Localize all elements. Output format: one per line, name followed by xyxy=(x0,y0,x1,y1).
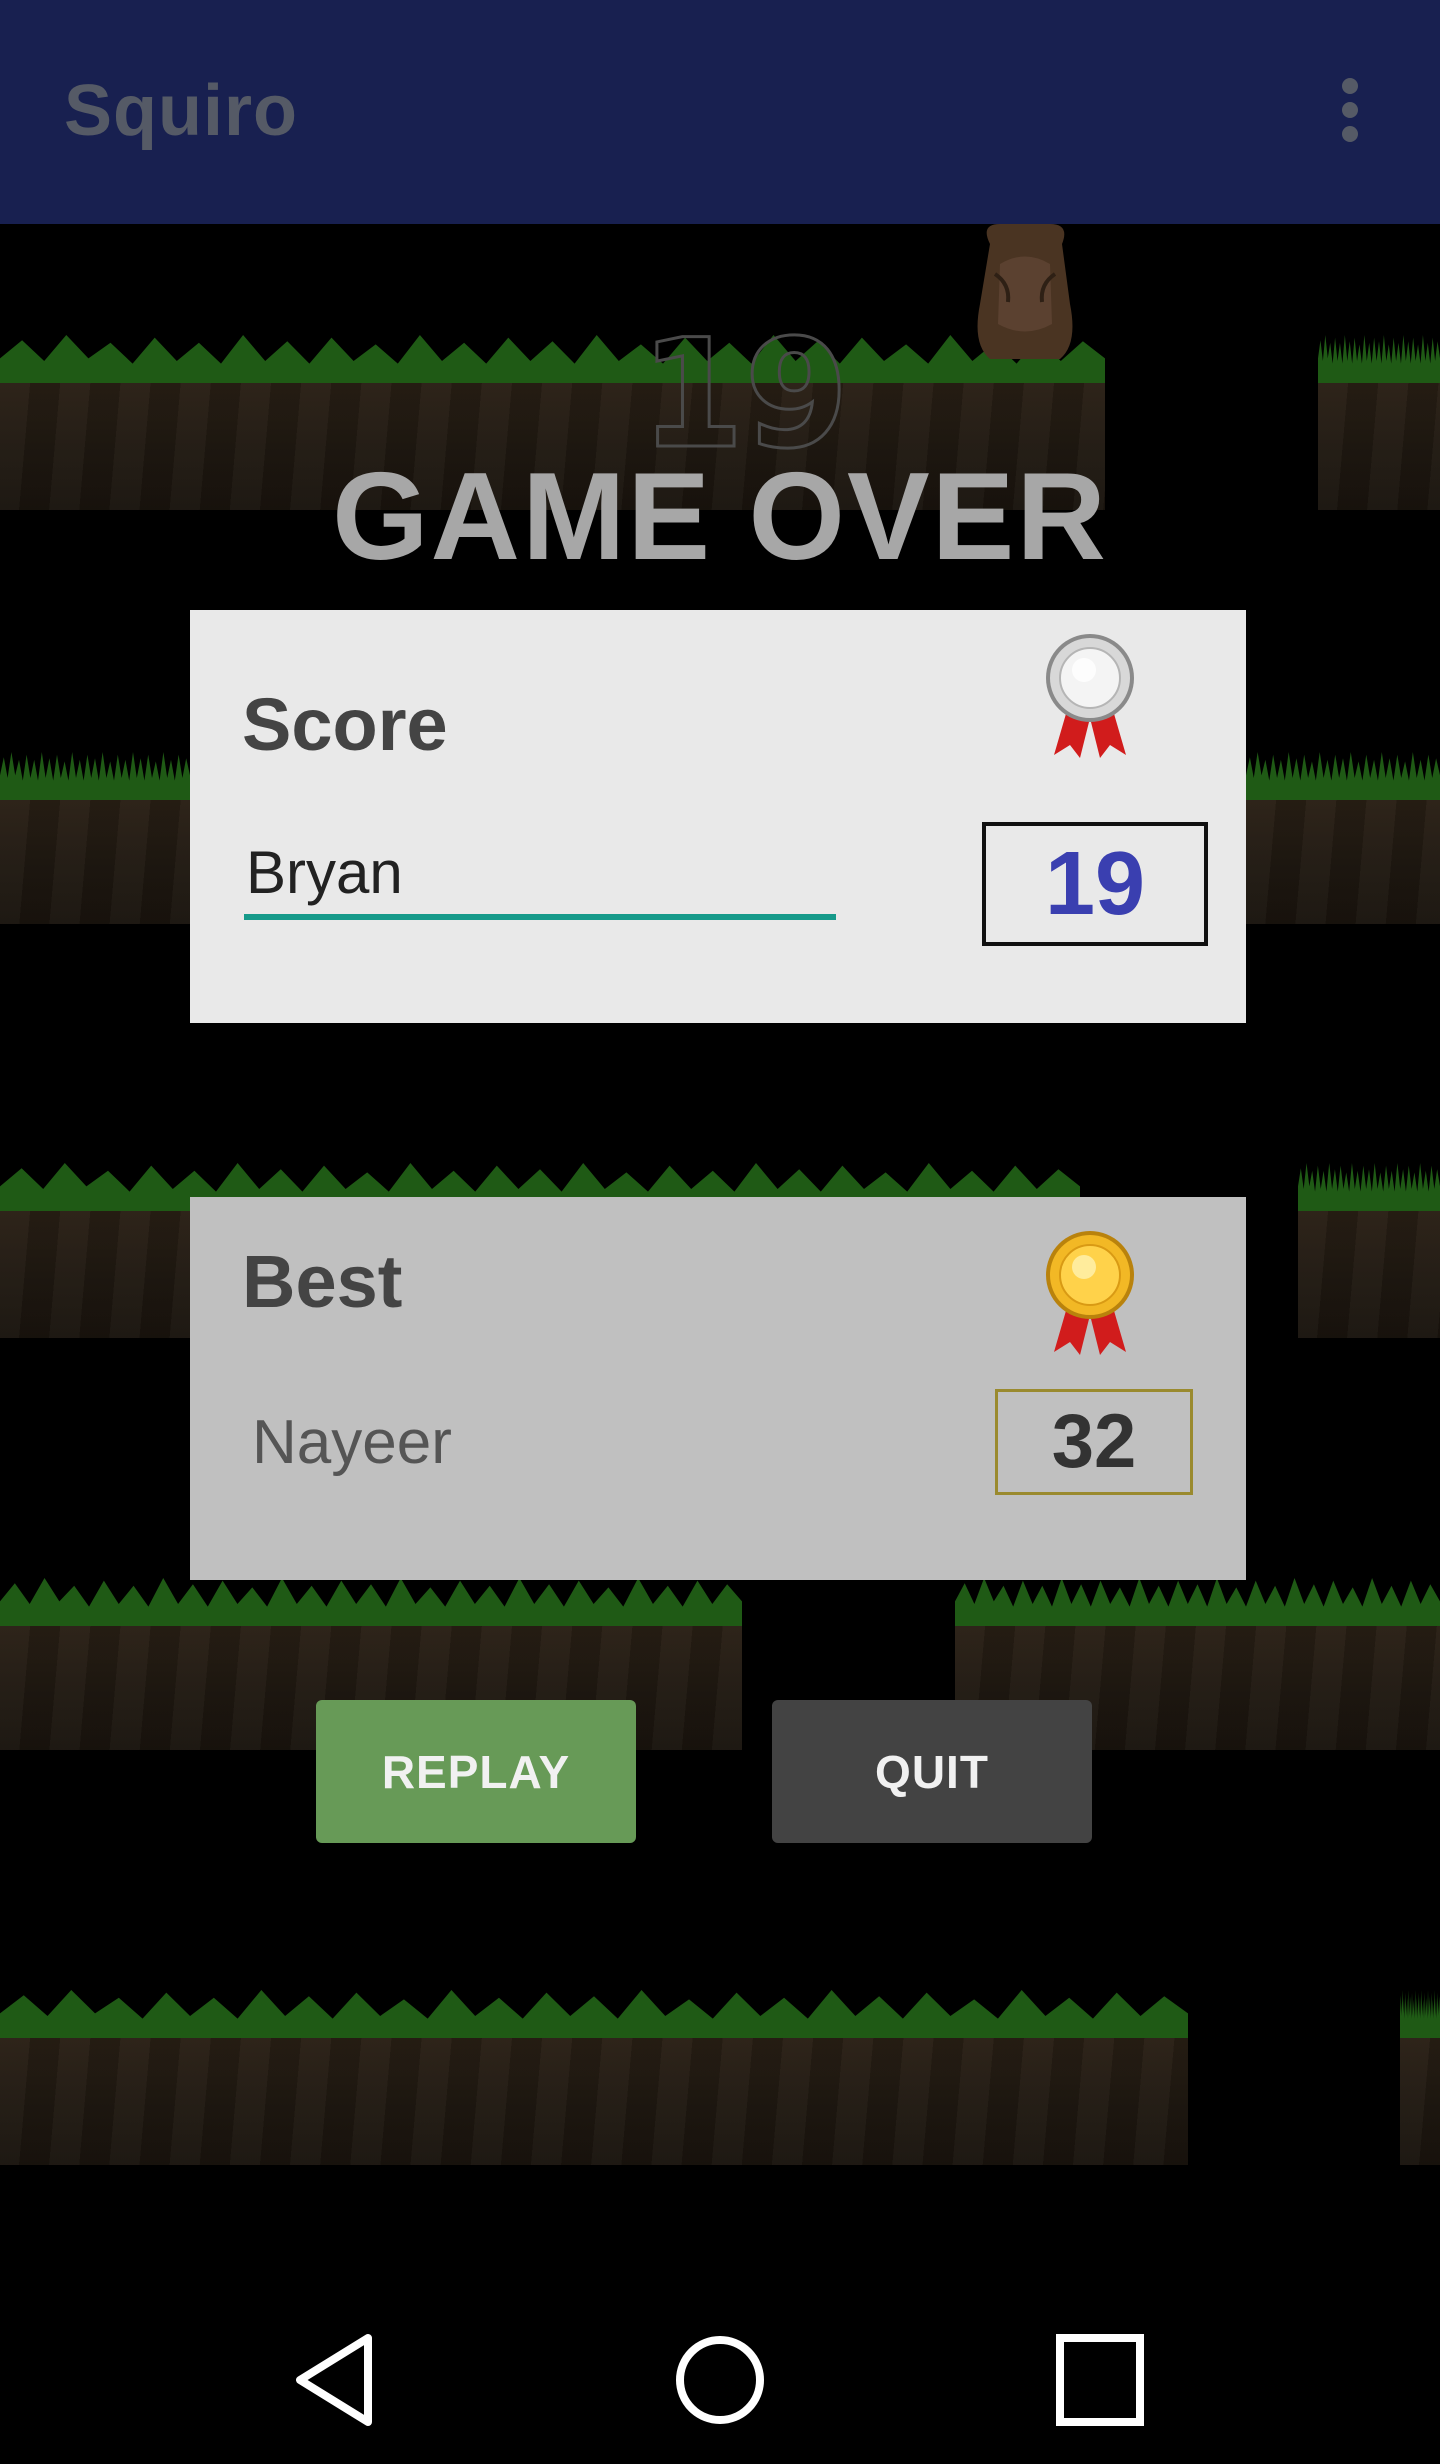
score-panel-title: Score xyxy=(242,683,448,766)
score-panel: Score 19 xyxy=(190,610,1246,1023)
silver-medal-icon xyxy=(1046,634,1134,758)
best-panel: Best Nayeer 32 xyxy=(190,1197,1246,1580)
best-player-name: Nayeer xyxy=(252,1408,452,1477)
home-icon[interactable] xyxy=(670,2330,770,2430)
current-score-value: 19 xyxy=(982,822,1208,946)
quit-button[interactable]: QUIT xyxy=(772,1700,1092,1843)
ground-platform xyxy=(0,752,190,924)
ground-platform xyxy=(1400,1990,1440,2165)
replay-button[interactable]: REPLAY xyxy=(316,1700,636,1843)
player-name-input[interactable] xyxy=(244,830,836,920)
gold-medal-icon xyxy=(1046,1231,1134,1355)
app-bar: Squiro xyxy=(0,0,1440,224)
squirrel-icon xyxy=(977,224,1073,359)
ground-platform xyxy=(1246,752,1440,924)
app-title: Squiro xyxy=(64,71,298,151)
game-screen: Squiro 19 GAME OVER Score Bryan 19 Best … xyxy=(0,0,1440,2464)
overflow-menu-icon[interactable] xyxy=(1320,70,1380,150)
best-panel-title: Best xyxy=(242,1240,403,1323)
ground-platform xyxy=(0,1990,1188,2165)
recents-icon[interactable] xyxy=(1050,2330,1150,2430)
back-icon[interactable] xyxy=(290,2330,390,2430)
game-over-heading: GAME OVER xyxy=(332,448,1108,586)
best-score-value: 32 xyxy=(995,1389,1193,1495)
ground-platform xyxy=(1298,1163,1440,1338)
